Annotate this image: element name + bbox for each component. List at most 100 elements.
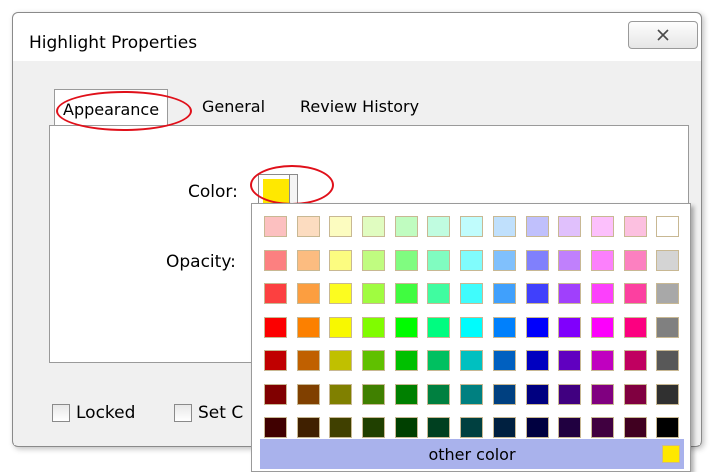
palette-color-swatch[interactable] bbox=[623, 350, 647, 371]
palette-color-swatch[interactable] bbox=[525, 249, 549, 271]
set-current-checkbox[interactable] bbox=[174, 404, 192, 422]
palette-color-swatch[interactable] bbox=[590, 249, 614, 271]
palette-color-swatch[interactable] bbox=[296, 249, 320, 271]
palette-color-swatch[interactable] bbox=[460, 417, 484, 438]
palette-color-swatch[interactable] bbox=[656, 417, 680, 438]
palette-color-swatch[interactable] bbox=[460, 216, 484, 237]
palette-color-swatch[interactable] bbox=[558, 216, 582, 237]
set-current-checkbox-row[interactable]: Set C bbox=[174, 403, 243, 423]
palette-color-swatch[interactable] bbox=[394, 350, 418, 371]
palette-color-swatch[interactable] bbox=[525, 383, 549, 405]
palette-color-swatch[interactable] bbox=[590, 216, 614, 237]
palette-color-swatch[interactable] bbox=[558, 249, 582, 271]
palette-color-swatch[interactable] bbox=[492, 316, 516, 338]
palette-color-swatch[interactable] bbox=[460, 316, 484, 338]
palette-color-swatch[interactable] bbox=[362, 249, 386, 271]
palette-color-swatch[interactable] bbox=[264, 417, 287, 438]
palette-color-swatch[interactable] bbox=[264, 383, 287, 405]
palette-color-swatch[interactable] bbox=[329, 249, 353, 271]
palette-color-swatch[interactable] bbox=[427, 383, 451, 405]
palette-color-swatch[interactable] bbox=[394, 249, 418, 271]
palette-color-swatch[interactable] bbox=[656, 249, 680, 271]
palette-color-swatch[interactable] bbox=[656, 283, 680, 304]
palette-color-swatch[interactable] bbox=[296, 283, 320, 304]
palette-color-swatch[interactable] bbox=[264, 249, 287, 271]
palette-color-swatch[interactable] bbox=[264, 283, 287, 304]
palette-color-swatch[interactable] bbox=[394, 316, 418, 338]
palette-color-swatch[interactable] bbox=[558, 383, 582, 405]
palette-color-swatch[interactable] bbox=[427, 283, 451, 304]
palette-color-swatch[interactable] bbox=[525, 216, 549, 237]
palette-color-swatch[interactable] bbox=[492, 383, 516, 405]
palette-color-swatch[interactable] bbox=[623, 283, 647, 304]
palette-color-swatch[interactable] bbox=[329, 216, 353, 237]
palette-color-swatch[interactable] bbox=[427, 350, 451, 371]
palette-color-swatch[interactable] bbox=[623, 316, 647, 338]
palette-color-swatch[interactable] bbox=[590, 350, 614, 371]
palette-color-swatch[interactable] bbox=[460, 249, 484, 271]
palette-color-swatch[interactable] bbox=[296, 383, 320, 405]
palette-color-swatch[interactable] bbox=[394, 283, 418, 304]
palette-color-swatch[interactable] bbox=[329, 316, 353, 338]
palette-color-swatch[interactable] bbox=[362, 316, 386, 338]
other-color-button[interactable]: other color bbox=[260, 439, 684, 469]
palette-color-swatch[interactable] bbox=[427, 249, 451, 271]
palette-color-swatch[interactable] bbox=[590, 316, 614, 338]
palette-color-swatch[interactable] bbox=[558, 316, 582, 338]
close-button[interactable] bbox=[628, 21, 698, 49]
palette-color-swatch[interactable] bbox=[623, 216, 647, 237]
palette-color-swatch[interactable] bbox=[492, 216, 516, 237]
palette-color-swatch[interactable] bbox=[427, 316, 451, 338]
palette-color-swatch[interactable] bbox=[590, 417, 614, 438]
palette-color-swatch[interactable] bbox=[329, 283, 353, 304]
palette-color-swatch[interactable] bbox=[362, 417, 386, 438]
palette-color-swatch[interactable] bbox=[656, 216, 680, 237]
palette-color-swatch[interactable] bbox=[329, 417, 353, 438]
palette-color-swatch[interactable] bbox=[525, 283, 549, 304]
palette-color-swatch[interactable] bbox=[264, 216, 287, 237]
palette-color-swatch[interactable] bbox=[427, 417, 451, 438]
palette-color-swatch[interactable] bbox=[394, 383, 418, 405]
palette-color-swatch[interactable] bbox=[623, 249, 647, 271]
palette-color-swatch[interactable] bbox=[525, 350, 549, 371]
palette-color-swatch[interactable] bbox=[296, 417, 320, 438]
palette-color-swatch[interactable] bbox=[460, 283, 484, 304]
palette-color-swatch[interactable] bbox=[362, 283, 386, 304]
palette-color-swatch[interactable] bbox=[558, 350, 582, 371]
palette-color-swatch[interactable] bbox=[525, 417, 549, 438]
palette-color-swatch[interactable] bbox=[296, 350, 320, 371]
tab-general[interactable]: General bbox=[202, 97, 265, 116]
palette-color-swatch[interactable] bbox=[492, 350, 516, 371]
locked-checkbox-row[interactable]: Locked bbox=[52, 403, 135, 423]
palette-color-swatch[interactable] bbox=[656, 383, 680, 405]
tab-review-history[interactable]: Review History bbox=[300, 97, 419, 116]
palette-color-swatch[interactable] bbox=[623, 383, 647, 405]
palette-color-swatch[interactable] bbox=[329, 350, 353, 371]
palette-color-swatch[interactable] bbox=[558, 283, 582, 304]
palette-color-swatch[interactable] bbox=[362, 216, 386, 237]
palette-color-swatch[interactable] bbox=[492, 417, 516, 438]
palette-color-swatch[interactable] bbox=[362, 350, 386, 371]
palette-color-swatch[interactable] bbox=[264, 316, 287, 338]
palette-color-swatch[interactable] bbox=[460, 383, 484, 405]
palette-color-swatch[interactable] bbox=[656, 350, 680, 371]
palette-color-swatch[interactable] bbox=[394, 417, 418, 438]
palette-color-swatch[interactable] bbox=[460, 350, 484, 371]
palette-color-swatch[interactable] bbox=[558, 417, 582, 438]
palette-color-swatch[interactable] bbox=[590, 383, 614, 405]
palette-color-swatch[interactable] bbox=[264, 350, 287, 371]
annotation-ellipse-color bbox=[250, 165, 334, 205]
palette-color-swatch[interactable] bbox=[394, 216, 418, 237]
palette-color-swatch[interactable] bbox=[590, 283, 614, 304]
palette-color-swatch[interactable] bbox=[623, 417, 647, 438]
palette-color-swatch[interactable] bbox=[296, 216, 320, 237]
palette-color-swatch[interactable] bbox=[492, 249, 516, 271]
palette-color-swatch[interactable] bbox=[525, 316, 549, 338]
palette-color-swatch[interactable] bbox=[329, 383, 353, 405]
palette-color-swatch[interactable] bbox=[492, 283, 516, 304]
palette-color-swatch[interactable] bbox=[656, 316, 680, 338]
palette-color-swatch[interactable] bbox=[362, 383, 386, 405]
palette-color-swatch[interactable] bbox=[296, 316, 320, 338]
locked-checkbox[interactable] bbox=[52, 404, 70, 422]
palette-color-swatch[interactable] bbox=[427, 216, 451, 237]
